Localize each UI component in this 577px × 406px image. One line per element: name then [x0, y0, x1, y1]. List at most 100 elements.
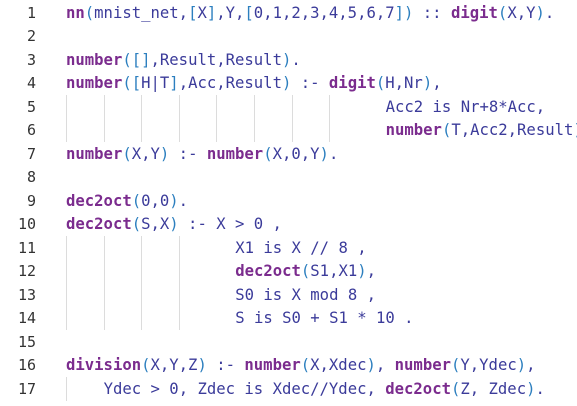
code-line[interactable]: 11 X1 is X // 8 ,: [0, 236, 577, 260]
indent-guide: [66, 95, 67, 119]
indent-guide: [141, 259, 143, 283]
code-token: :-: [291, 74, 329, 93]
code-token: :- X > 0 ,: [178, 215, 282, 234]
bracket: ]: [169, 74, 179, 93]
bracket: ): [535, 3, 545, 22]
line-number: 9: [26, 191, 36, 210]
code-line[interactable]: 12 dec2oct(S1,X1),: [0, 259, 577, 283]
bracket: ): [573, 121, 577, 139]
indent-guide: [178, 236, 180, 260]
code-token: .: [291, 50, 301, 69]
code-text: division(X,Y,Z) :- number(X,Xdec), numbe…: [66, 356, 536, 374]
code-line[interactable]: 8: [0, 166, 577, 190]
indent-guide: [329, 118, 331, 142]
code-token: X,Xdec: [310, 356, 367, 375]
indent-guide: [141, 236, 143, 260]
code-token: X,Y: [131, 144, 160, 163]
code-token: S,X: [141, 215, 170, 234]
code-line[interactable]: 13 S0 is X mod 8 ,: [0, 283, 577, 307]
bracket: ): [422, 74, 433, 93]
code-token: S1,X1: [310, 262, 358, 281]
code-token: Acc2 is Nr+8*Acc,: [385, 97, 546, 116]
indent-guide: [103, 259, 105, 283]
code-token: 0,0: [141, 191, 170, 210]
line-number: 12: [17, 262, 36, 281]
bracket: ): [366, 356, 376, 375]
code-line[interactable]: 16 division(X,Y,Z) :- number(X,Xdec), num…: [0, 354, 577, 378]
predicate-name: number: [206, 144, 264, 163]
predicate-name: number: [66, 74, 123, 93]
predicate-name: division: [66, 356, 142, 375]
code-line[interactable]: 4 number([H|T],Acc,Result) :- digit(H,Nr)…: [0, 72, 577, 96]
indent-guide: [141, 95, 143, 119]
code-token: T,Acc2,Result: [451, 121, 574, 140]
indent-guide: [178, 306, 180, 330]
indent-guide: [103, 306, 105, 330]
indent-guide: [178, 259, 180, 283]
code-line[interactable]: 6 number(T,Acc2,Result).: [0, 118, 577, 142]
code-token: H|T: [141, 74, 170, 93]
line-number: 11: [17, 238, 36, 257]
line-number: 17: [17, 379, 36, 398]
code-token: .: [544, 3, 555, 22]
indent-guide: [254, 118, 255, 142]
bracket: [: [131, 74, 142, 93]
code-token: .: [328, 144, 339, 163]
bracket: ]: [206, 3, 217, 22]
code-text: Acc2 is Nr+8*Acc,: [386, 98, 546, 116]
predicate-name: number: [66, 50, 123, 69]
code-text: number([H|T],Acc,Result) :- digit(H,Nr),: [66, 74, 442, 92]
bracket: ): [319, 144, 329, 163]
predicate-name: number: [394, 356, 451, 375]
indent-guide: [141, 118, 143, 142]
code-line[interactable]: 1 nn(mnist_net,[X],Y,[0,1,2,3,4,5,6,7]) :…: [0, 1, 577, 25]
code-token: X,Y: [507, 3, 536, 22]
indent-guide: [141, 306, 143, 330]
bracket: ): [159, 144, 170, 163]
code-line[interactable]: 14 S is S0 + S1 * 10 .: [0, 306, 577, 330]
code-line[interactable]: 3 number([],Result,Result).: [0, 48, 577, 72]
code-editor[interactable]: 1 nn(mnist_net,[X],Y,[0,1,2,3,4,5,6,7]) :…: [0, 0, 577, 406]
code-token: ,Result,Result: [150, 50, 282, 69]
bracket: ): [357, 262, 367, 281]
bracket: (: [300, 356, 311, 375]
bracket: ): [404, 3, 414, 22]
code-token: X,Y,Z: [150, 356, 198, 375]
code-text: X1 is X // 8 ,: [235, 239, 366, 257]
indent-guide: [141, 283, 143, 307]
code-token: H,Nr: [385, 74, 423, 93]
bracket: (: [122, 50, 132, 69]
predicate-name: nn: [66, 3, 85, 22]
bracket: (: [450, 379, 461, 398]
code-text: number(X,Y) :- number(X,0,Y).: [66, 145, 338, 163]
bracket: (: [375, 74, 386, 93]
line-number: 7: [26, 144, 36, 163]
code-token: X1 is X // 8 ,: [235, 238, 367, 257]
code-token: S0 is X mod 8 ,: [235, 285, 377, 304]
predicate-name: digit: [450, 3, 498, 22]
code-text: dec2oct(S,X) :- X > 0 ,: [66, 215, 282, 233]
code-token: mnist_net,: [94, 3, 189, 22]
code-text: nn(mnist_net,[X],Y,[0,1,2,3,4,5,6,7]) ::…: [66, 4, 554, 22]
bracket: ): [516, 356, 527, 375]
predicate-name: number: [244, 356, 301, 375]
line-number: 13: [17, 285, 36, 304]
code-line[interactable]: 17 Ydec > 0, Zdec is Xdec//Ydec, dec2oct(…: [0, 377, 577, 401]
code-token: 0,1,2,3,4,5,6,7: [253, 3, 395, 22]
code-text: dec2oct(S1,X1),: [235, 262, 376, 280]
code-text: Ydec > 0, Zdec is Xdec//Ydec, dec2oct(Z,…: [104, 380, 545, 398]
indent-guide: [291, 95, 293, 119]
code-line[interactable]: 9 dec2oct(0,0).: [0, 189, 577, 213]
line-number: 14: [17, 309, 36, 328]
indent-guide: [66, 283, 67, 307]
predicate-name: dec2oct: [66, 215, 132, 234]
code-line[interactable]: 7 number(X,Y) :- number(X,0,Y).: [0, 142, 577, 166]
indent-guide: [254, 95, 255, 119]
code-line[interactable]: 2: [0, 25, 577, 49]
code-token: :-: [169, 144, 207, 163]
code-line[interactable]: 10 dec2oct(S,X) :- X > 0 ,: [0, 213, 577, 237]
code-line[interactable]: 15: [0, 330, 577, 354]
indent-guide: [216, 95, 218, 119]
code-line[interactable]: 5 Acc2 is Nr+8*Acc,: [0, 95, 577, 119]
line-number: 10: [17, 215, 36, 234]
